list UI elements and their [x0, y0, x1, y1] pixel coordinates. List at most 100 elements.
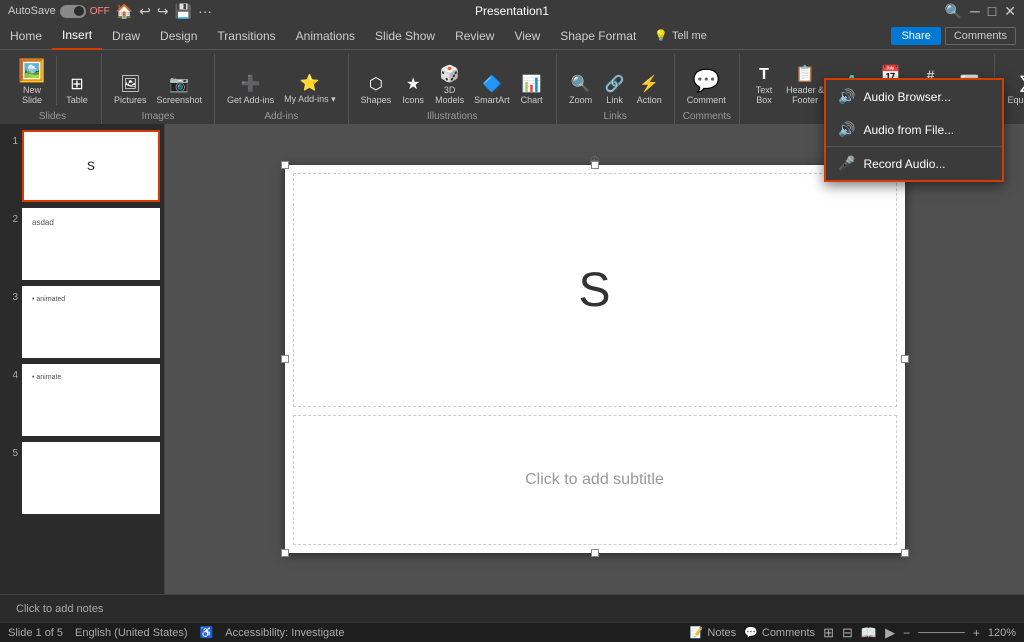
action-label: Action	[637, 95, 662, 105]
autosave-toggle[interactable]: AutoSave OFF	[8, 5, 110, 18]
comment-button[interactable]: 💬 Comment	[683, 66, 730, 107]
view-reading-icon[interactable]: 📖	[861, 625, 877, 641]
screenshot-button[interactable]: 📷 Screenshot	[153, 73, 207, 107]
screenshot-icon: 📷	[169, 75, 189, 94]
record-audio-item[interactable]: 🎤 Record Audio...	[826, 147, 1002, 180]
tab-insert[interactable]: Insert	[52, 22, 102, 50]
minimize-icon[interactable]: ─	[970, 3, 980, 19]
view-slide-sorter-icon[interactable]: ⊟	[842, 625, 853, 641]
close-icon[interactable]: ✕	[1004, 3, 1016, 20]
tab-animations[interactable]: Animations	[286, 22, 365, 50]
equation-label: Equation	[1007, 95, 1024, 105]
text-box-button[interactable]: T TextBox	[748, 63, 780, 107]
resize-handle-mr[interactable]	[901, 355, 909, 363]
tab-view[interactable]: View	[504, 22, 550, 50]
images-group-label: Images	[110, 111, 206, 124]
view-slideshow-icon[interactable]: ▶	[885, 625, 895, 641]
notes-icon: 📝	[690, 626, 704, 639]
share-button[interactable]: Share	[891, 27, 940, 45]
slide-title-area[interactable]: S	[293, 173, 897, 407]
slide-img-3[interactable]: • animated	[22, 286, 160, 358]
divider	[56, 56, 57, 105]
resize-handle-bm[interactable]	[591, 549, 599, 557]
pictures-button[interactable]: 🖼 Pictures	[110, 73, 151, 107]
tab-slideshow[interactable]: Slide Show	[365, 22, 445, 50]
notes-bar[interactable]: Click to add notes	[0, 594, 1024, 622]
slide-num-4: 4	[4, 370, 18, 381]
slide-thumb-2[interactable]: 2 asdad	[4, 208, 160, 280]
text-box-icon: T	[759, 65, 769, 84]
slide-img-2[interactable]: asdad	[22, 208, 160, 280]
resize-handle-ml[interactable]	[281, 355, 289, 363]
shapes-icon: ⬡	[369, 75, 383, 94]
more-icon[interactable]: ···	[198, 3, 212, 19]
tab-draw[interactable]: Draw	[102, 22, 150, 50]
link-button[interactable]: 🔗 Link	[599, 73, 631, 107]
audio-dropdown-menu: 🔊 Audio Browser... 🔊 Audio from File... …	[824, 78, 1004, 182]
zoom-button[interactable]: 🔍 Zoom	[565, 73, 597, 107]
zoom-out-icon[interactable]: −	[903, 626, 910, 640]
tab-transitions[interactable]: Transitions	[207, 22, 285, 50]
autosave-toggle-switch[interactable]	[60, 5, 86, 18]
link-label: Link	[606, 95, 623, 105]
header-footer-button[interactable]: 📋 Header &Footer	[782, 63, 828, 107]
my-addins-button[interactable]: ⭐ My Add-ins ▾	[280, 72, 340, 107]
table-button[interactable]: ⊞ Table	[61, 73, 93, 107]
audio-from-file-item[interactable]: 🔊 Audio from File...	[826, 113, 1002, 146]
resize-handle-br[interactable]	[901, 549, 909, 557]
action-icon: ⚡	[639, 75, 659, 94]
equation-icon: ∑	[1019, 72, 1024, 94]
tab-shapeformat[interactable]: Shape Format	[550, 22, 646, 50]
slide-thumb-3[interactable]: 3 • animated	[4, 286, 160, 358]
comments-group-items: 💬 Comment	[683, 54, 731, 111]
tab-review[interactable]: Review	[445, 22, 504, 50]
icons-button[interactable]: ★ Icons	[397, 73, 429, 107]
zoom-in-icon[interactable]: +	[973, 626, 980, 640]
comments-button[interactable]: Comments	[945, 27, 1016, 45]
shapes-button[interactable]: ⬡ Shapes	[357, 73, 396, 107]
redo-icon[interactable]: ↪	[157, 3, 169, 20]
slide-thumb-1[interactable]: 1 s	[4, 130, 160, 202]
resize-handle-tl[interactable]	[281, 161, 289, 169]
slide-info: Slide 1 of 5	[8, 627, 63, 639]
view-normal-icon[interactable]: ⊞	[823, 625, 834, 641]
comments-status-btn[interactable]: 💬 Comments	[744, 626, 815, 639]
save-icon[interactable]: 💾	[175, 3, 192, 20]
slide-4-subtitle: • animate	[28, 370, 154, 385]
chart-button[interactable]: 📊 Chart	[516, 73, 548, 107]
tell-me-button[interactable]: 💡 Tell me	[646, 26, 715, 45]
new-slide-button[interactable]: 🖼️ NewSlide	[12, 56, 52, 107]
resize-handle-tm[interactable]	[591, 161, 599, 169]
maximize-icon[interactable]: □	[988, 3, 996, 19]
lightbulb-icon: 💡	[654, 29, 668, 42]
my-addins-icon: ⭐	[300, 74, 320, 93]
audio-from-file-icon: 🔊	[838, 121, 855, 138]
symbols-group-items: ∑ Equation Ω Symbol	[1003, 54, 1024, 111]
notes-status-btn[interactable]: 📝 Notes	[690, 626, 736, 639]
tab-design[interactable]: Design	[150, 22, 207, 50]
slide-canvas[interactable]: ⊕ S Click to add subtitle	[285, 165, 905, 553]
slide-img-4[interactable]: • animate	[22, 364, 160, 436]
zoom-slider[interactable]: ──────	[918, 627, 965, 639]
slide-img-5[interactable]	[22, 442, 160, 514]
ribbon-tab-strip: Home Insert Draw Design Transitions Anim…	[0, 22, 1024, 50]
search-icon[interactable]: 🔍	[944, 3, 961, 20]
slides-group-label: Slides	[12, 111, 93, 124]
slide-3-subtitle: • animated	[28, 292, 154, 307]
header-footer-label: Header &Footer	[786, 85, 824, 105]
3d-models-button[interactable]: 🎲 3DModels	[431, 63, 468, 107]
home-icon[interactable]: 🏠	[116, 3, 133, 20]
audio-browser-item[interactable]: 🔊 Audio Browser...	[826, 80, 1002, 113]
undo-icon[interactable]: ↩	[139, 3, 151, 20]
slide-thumb-4[interactable]: 4 • animate	[4, 364, 160, 436]
slide-img-1[interactable]: s	[22, 130, 160, 202]
action-button[interactable]: ⚡ Action	[633, 73, 666, 107]
equation-button[interactable]: ∑ Equation	[1003, 70, 1024, 107]
get-addins-button[interactable]: ➕ Get Add-ins	[223, 73, 278, 107]
slide-subtitle-area[interactable]: Click to add subtitle	[293, 415, 897, 545]
smartart-button[interactable]: 🔷 SmartArt	[470, 73, 514, 107]
symbols-group-label: Symbols	[1003, 111, 1024, 124]
tab-home[interactable]: Home	[0, 22, 52, 50]
slide-thumb-5[interactable]: 5	[4, 442, 160, 514]
resize-handle-bl[interactable]	[281, 549, 289, 557]
